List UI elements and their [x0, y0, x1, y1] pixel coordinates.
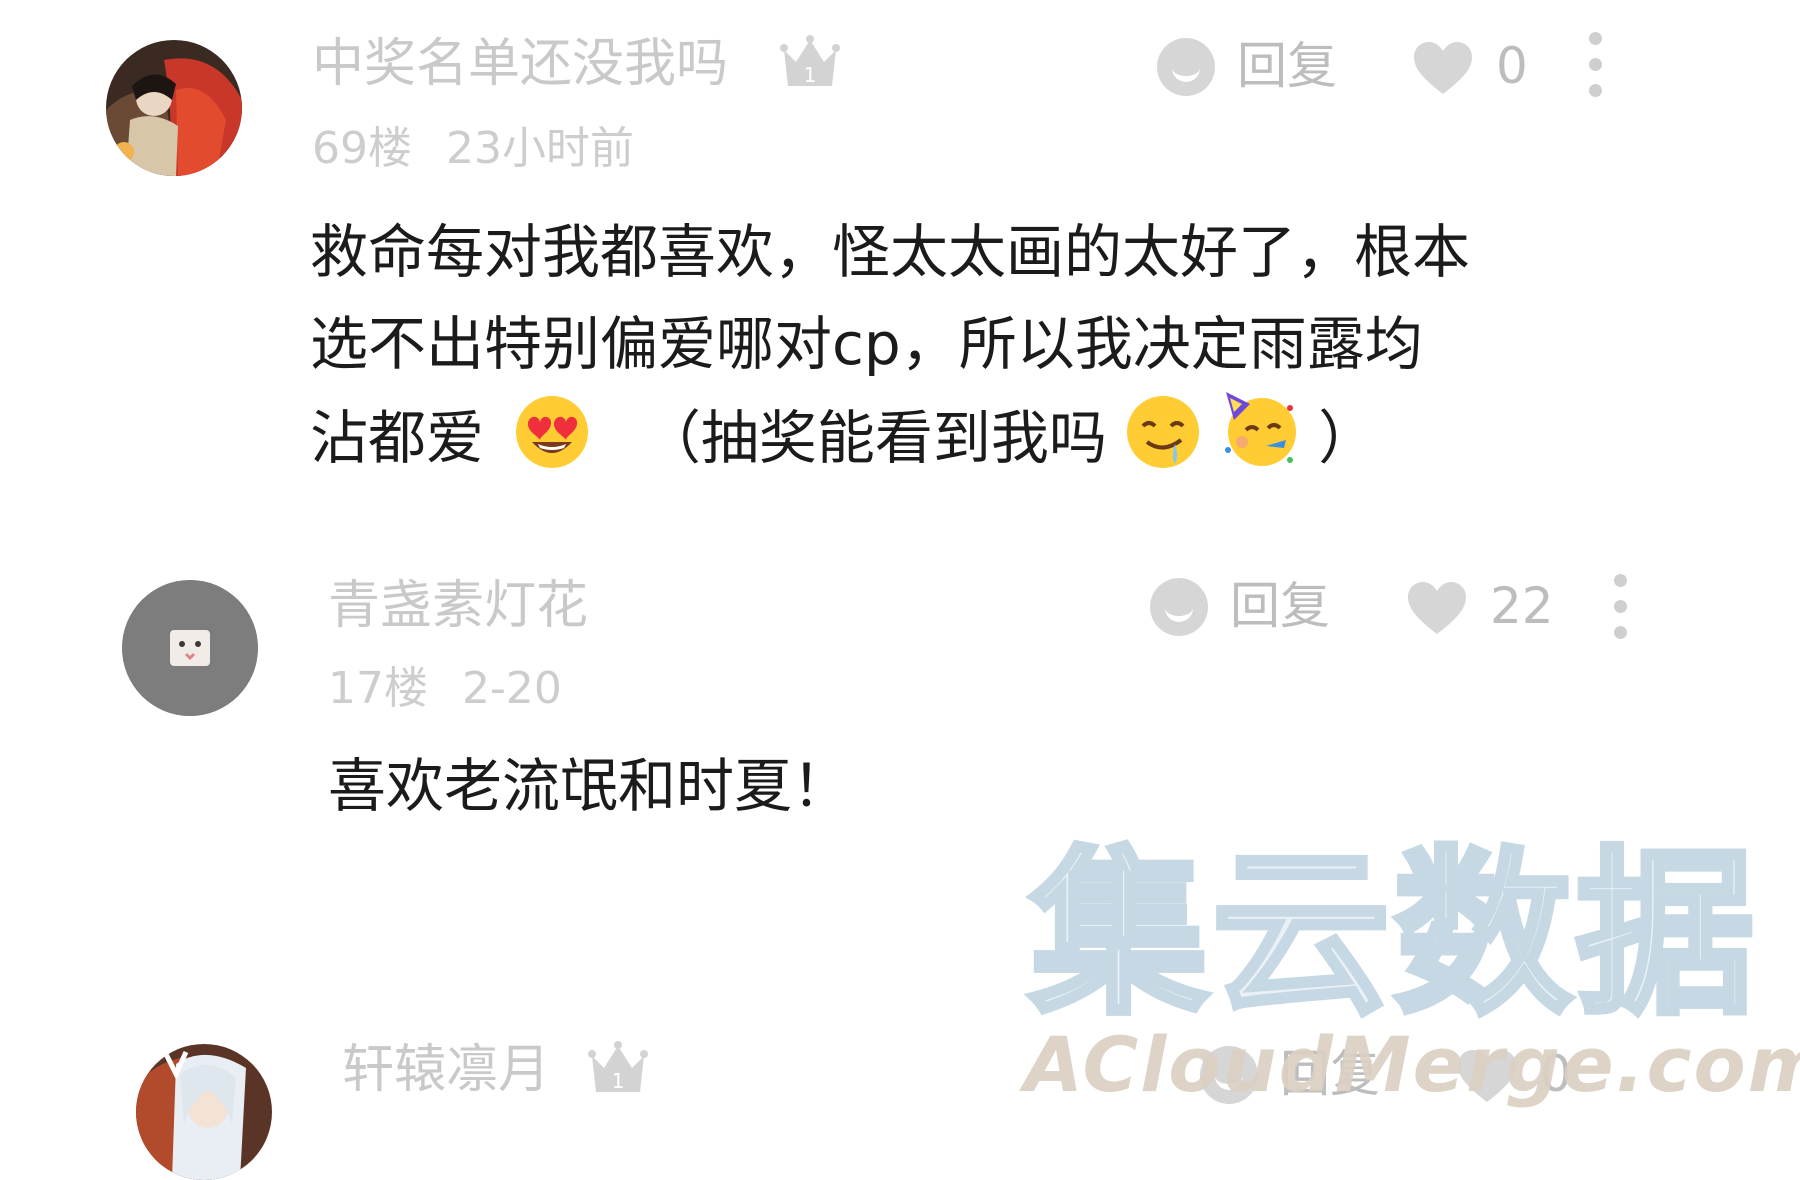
like-count: 0: [1540, 1045, 1572, 1103]
comment-text-line: 喜欢老流氓和时夏！: [328, 752, 851, 820]
comment-text-segment: 沾都爱: [310, 404, 485, 472]
comment-text-segment: （抽奖能看到我吗: [642, 404, 1107, 472]
comment-text-segment: ）: [1318, 404, 1377, 472]
like-heart-icon[interactable]: [1412, 40, 1474, 96]
comment-text: 喜欢老流氓和时夏！: [328, 740, 850, 832]
partying-face-emoji-icon: [1224, 392, 1296, 466]
heart-eyes-emoji-icon: [516, 396, 589, 468]
reply-button[interactable]: 回复: [1237, 36, 1337, 96]
like-count: 22: [1490, 577, 1554, 635]
comment-text-line: 选不出特别偏爱哪对cp，所以我决定雨露均: [310, 310, 1423, 378]
more-options-icon[interactable]: [1612, 574, 1628, 640]
like-count: 0: [1496, 37, 1528, 95]
reply-button[interactable]: 回复: [1230, 576, 1330, 636]
post-time: 2-20: [462, 663, 562, 714]
post-time: 23小时前: [446, 123, 634, 174]
more-options-icon[interactable]: [1587, 32, 1603, 98]
like-heart-icon[interactable]: [1406, 580, 1468, 636]
watermark-chinese: 集云数据: [1027, 831, 1758, 1038]
reply-button[interactable]: 回复: [1280, 1044, 1380, 1104]
comment-actions: 回复 0: [0, 1044, 1800, 1108]
reply-icon[interactable]: [1150, 578, 1208, 636]
comment-text-line-3: 沾都爱 （抽奖能看到我吗 ）: [310, 390, 1470, 484]
like-heart-icon[interactable]: [1456, 1048, 1518, 1104]
reply-icon[interactable]: [1157, 38, 1215, 96]
comment-meta: 17楼 2-20: [328, 664, 562, 714]
reply-icon[interactable]: [1200, 1046, 1258, 1104]
comment-text-line: 救命每对我都喜欢，怪太太画的太好了，根本: [310, 218, 1471, 286]
floor-number: 69楼: [312, 123, 412, 174]
floor-number: 17楼: [328, 663, 428, 714]
drooling-face-emoji-icon: [1127, 396, 1200, 468]
comment-actions: 回复 0: [0, 32, 1800, 100]
comment-actions: 回复 22: [0, 574, 1800, 640]
comment-text: 救命每对我都喜欢，怪太太画的太好了，根本 选不出特别偏爱哪对cp，所以我决定雨露…: [310, 206, 1470, 484]
comment-meta: 69楼 23小时前: [312, 124, 634, 174]
